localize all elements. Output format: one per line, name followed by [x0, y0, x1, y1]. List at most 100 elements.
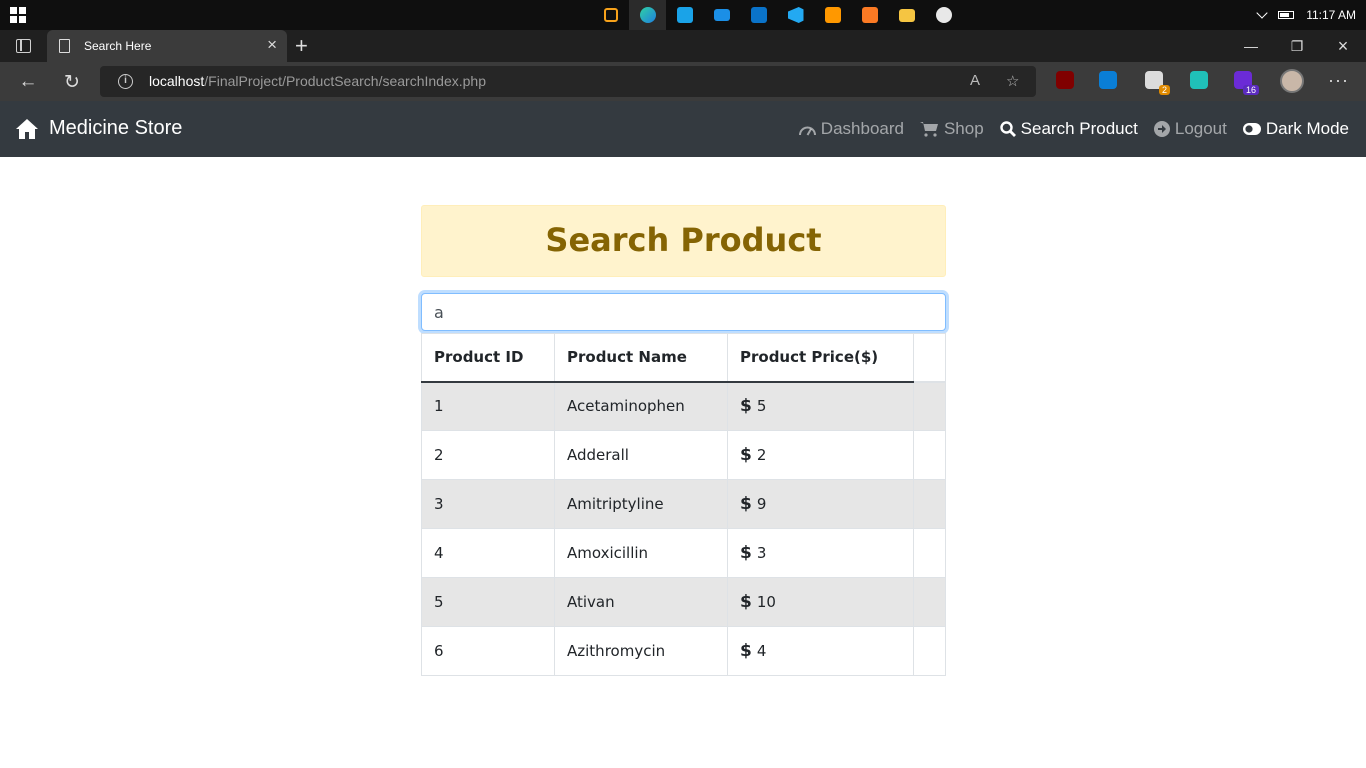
taskbar-sublime-icon[interactable]	[814, 0, 851, 30]
header-product-price: Product Price($)	[727, 333, 914, 383]
cell-product-name: Adderall	[554, 430, 728, 480]
taskbar-screen-icon[interactable]	[703, 0, 740, 30]
ublock-extension-icon[interactable]	[1056, 71, 1074, 89]
battery-icon[interactable]	[1278, 11, 1295, 19]
cell-product-id: 2	[421, 430, 555, 480]
cell-empty	[913, 577, 946, 627]
windows-start-icon[interactable]	[10, 7, 26, 23]
minimize-icon[interactable]: —	[1228, 30, 1274, 62]
taskbar-edge-icon[interactable]	[629, 0, 666, 30]
cell-empty	[913, 479, 946, 529]
price-value: 2	[756, 446, 767, 464]
browser-tab-strip: Search Here × + — ❐ ×	[0, 30, 1366, 62]
favorite-add-icon[interactable]: ☆	[1006, 72, 1019, 90]
profile-avatar[interactable]	[1280, 69, 1304, 93]
cell-product-name: Acetaminophen	[554, 381, 728, 431]
nav-label: Dashboard	[820, 119, 904, 138]
cell-product-price: $3	[727, 528, 914, 578]
url-host: localhost	[149, 73, 205, 89]
extension-4-icon[interactable]	[1190, 71, 1208, 89]
table-header-row: Product ID Product Name Product Price($)	[421, 333, 946, 383]
url-path: /FinalProject/ProductSearch/searchIndex.…	[204, 73, 486, 89]
page-icon	[59, 39, 70, 53]
taskbar-store-icon[interactable]	[740, 0, 777, 30]
extension-3-icon[interactable]: 2	[1145, 71, 1170, 95]
header-product-name: Product Name	[554, 333, 728, 383]
price-value: 4	[756, 642, 767, 660]
nav-label: Shop	[943, 119, 984, 138]
cell-product-name: Amitriptyline	[554, 479, 728, 529]
dashboard-icon	[798, 123, 816, 136]
cell-product-id: 6	[421, 626, 555, 676]
tab-title: Search Here	[84, 39, 152, 53]
back-icon[interactable]: ←	[15, 69, 41, 95]
page-title: Search Product	[421, 205, 946, 277]
price-value: 5	[756, 397, 767, 416]
dollar-icon: $	[740, 445, 752, 465]
price-value: 9	[756, 495, 767, 513]
windows-taskbar: 11:17 AM	[0, 0, 1366, 30]
cell-product-price: $4	[727, 626, 914, 676]
nav-logout[interactable]: Logout	[1153, 119, 1227, 139]
table-row: 6 Azithromycin $4	[421, 626, 946, 676]
dollar-icon: $	[740, 396, 752, 417]
search-icon	[999, 121, 1016, 137]
cart-icon	[919, 121, 939, 137]
site-info-icon[interactable]: i	[118, 74, 133, 89]
taskbar-apps	[592, 0, 962, 30]
refresh-icon[interactable]: ↻	[59, 69, 85, 95]
tab-actions-icon[interactable]	[16, 39, 31, 53]
nav-shop[interactable]: Shop	[919, 119, 984, 139]
taskbar-task-view-icon[interactable]	[592, 0, 629, 30]
new-tab-icon[interactable]: +	[295, 33, 308, 59]
taskbar-remote-icon[interactable]	[666, 0, 703, 30]
price-value: 10	[756, 593, 776, 611]
table-row: 5 Ativan $10	[421, 577, 946, 627]
results-table: Product ID Product Name Product Price($)…	[421, 333, 946, 676]
dollar-icon: $	[740, 543, 752, 563]
nav-dashboard[interactable]: Dashboard	[798, 119, 904, 139]
system-tray: 11:17 AM	[1256, 0, 1356, 30]
taskbar-paint-icon[interactable]	[925, 0, 962, 30]
taskbar-xampp-icon[interactable]	[851, 0, 888, 30]
nav-dark-mode[interactable]: Dark Mode	[1242, 119, 1349, 139]
read-aloud-icon[interactable]: A	[970, 72, 980, 89]
address-bar[interactable]: i localhost/FinalProject/ProductSearch/s…	[100, 66, 1036, 97]
cell-empty	[913, 430, 946, 480]
taskbar-file-explorer-icon[interactable]	[888, 0, 925, 30]
navbar-brand[interactable]: Medicine Store	[15, 117, 182, 140]
cell-product-name: Ativan	[554, 577, 728, 627]
cell-product-id: 4	[421, 528, 555, 578]
table-row: 4 Amoxicillin $3	[421, 528, 946, 578]
site-navbar: Medicine Store Dashboard Shop Search Pro…	[0, 101, 1366, 157]
nav-label: Search Product	[1020, 119, 1138, 138]
extension-badge: 16	[1242, 85, 1259, 95]
dollar-icon: $	[740, 592, 752, 612]
header-product-id: Product ID	[421, 333, 555, 383]
taskbar-vscode-icon[interactable]	[777, 0, 814, 30]
browser-tab[interactable]: Search Here ×	[47, 30, 287, 62]
nav-search-product[interactable]: Search Product	[999, 119, 1138, 139]
skype-extension-icon[interactable]	[1099, 71, 1117, 89]
extension-5-icon[interactable]: 16	[1234, 71, 1259, 95]
clock[interactable]: 11:17 AM	[1306, 8, 1356, 22]
brand-name: Medicine Store	[49, 117, 183, 139]
search-input[interactable]	[421, 293, 946, 331]
navbar-links: Dashboard Shop Search Product Logout Dar…	[798, 119, 1349, 139]
tab-close-icon[interactable]: ×	[267, 36, 277, 54]
table-row: 3 Amitriptyline $9	[421, 479, 946, 529]
cell-empty	[913, 381, 946, 431]
window-close-icon[interactable]: ×	[1320, 30, 1366, 62]
cell-product-price: $9	[727, 479, 914, 529]
url-text[interactable]: localhost/FinalProject/ProductSearch/sea…	[149, 73, 486, 89]
table-row: 2 Adderall $2	[421, 430, 946, 480]
cell-product-name: Amoxicillin	[554, 528, 728, 578]
logout-icon	[1153, 121, 1170, 137]
more-options-icon[interactable]: ···	[1328, 70, 1349, 91]
header-empty-cell	[913, 333, 946, 383]
restore-icon[interactable]: ❐	[1274, 30, 1320, 62]
cell-empty	[913, 528, 946, 578]
extension-badge: 2	[1158, 85, 1170, 95]
tray-chevron-icon[interactable]	[1256, 7, 1268, 19]
dollar-icon: $	[740, 641, 752, 661]
